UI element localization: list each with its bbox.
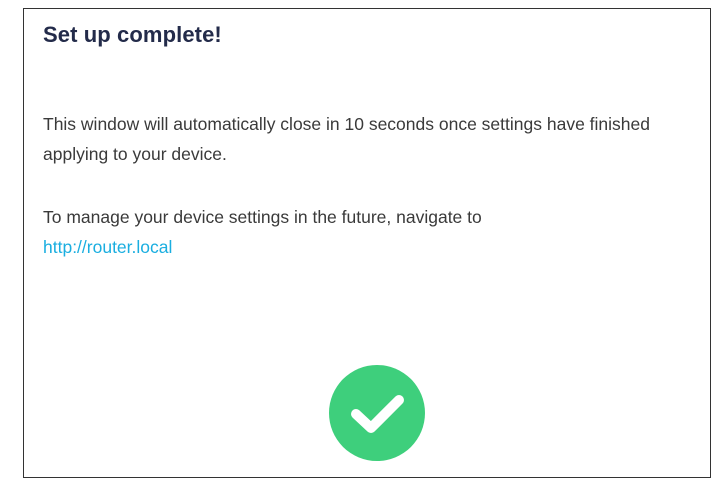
manage-settings-text: To manage your device settings in the fu… [43,207,482,227]
auto-close-message: This window will automatically close in … [43,114,650,164]
dialog-title: Set up complete! [43,22,222,47]
setup-complete-dialog: Set up complete! This window will automa… [23,8,711,478]
manage-settings-message: To manage your device settings in the fu… [43,202,693,262]
router-local-link[interactable]: http://router.local [43,237,172,257]
check-circle-icon [329,365,425,461]
